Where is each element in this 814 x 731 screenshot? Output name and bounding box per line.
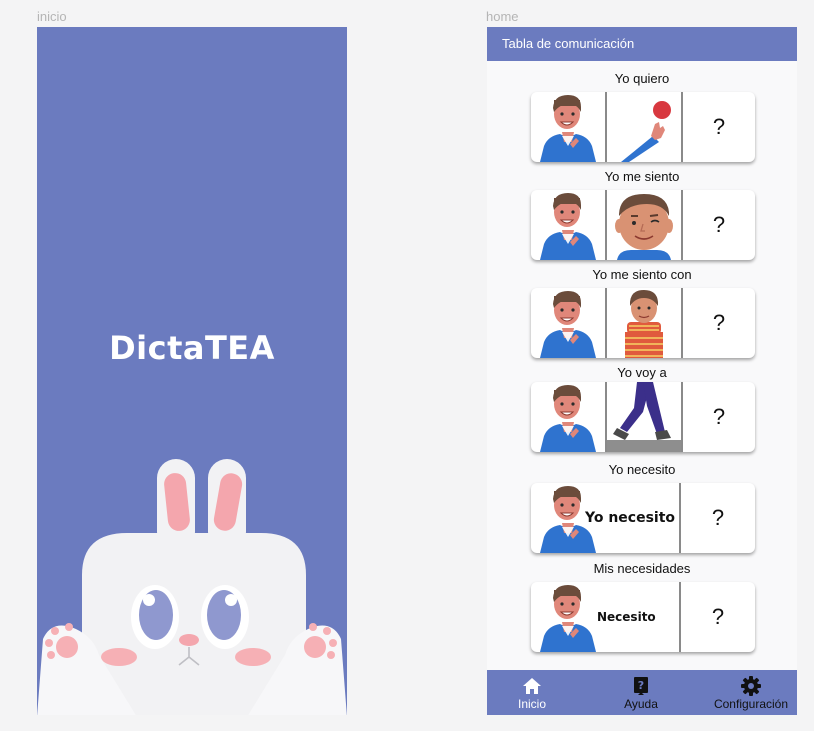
phrase-card-yo-me-siento[interactable]: ? xyxy=(531,190,755,260)
gear-icon xyxy=(741,676,761,696)
bunny-illustration xyxy=(37,459,347,715)
section-title: Yo voy a xyxy=(617,365,667,380)
empty-slot[interactable]: ? xyxy=(683,92,755,162)
pictogram-me-siento[interactable] xyxy=(607,190,681,260)
phrase-card-yo-voy-a[interactable]: ? xyxy=(531,382,755,452)
header-title: Tabla de comunicación xyxy=(502,36,635,51)
phrase-card-yo-quiero[interactable]: ? xyxy=(531,92,755,162)
nav-ayuda[interactable]: ? Ayuda xyxy=(611,670,671,715)
section-title: Yo me siento con xyxy=(592,267,692,282)
help-icon: ? xyxy=(634,677,648,695)
splash-screen: DictaTEA xyxy=(37,27,347,715)
phrase-label: Yo necesito xyxy=(585,510,676,526)
nav-configuracion[interactable]: Configuración xyxy=(707,670,795,715)
frame-label-inicio: inicio xyxy=(37,9,67,24)
nav-label: Ayuda xyxy=(624,697,658,711)
section-title: Yo necesito xyxy=(608,462,676,477)
pictogram-yo[interactable] xyxy=(531,382,605,452)
pictogram-yo[interactable] xyxy=(531,582,605,652)
empty-slot[interactable]: ? xyxy=(683,190,755,260)
nav-inicio[interactable]: Inicio xyxy=(502,670,562,715)
pictogram-me-siento-con[interactable] xyxy=(607,288,681,358)
pictogram-yo[interactable] xyxy=(531,288,605,358)
pictogram-voy-a[interactable] xyxy=(607,382,681,452)
home-screen: Tabla de comunicación Yo quiero ? Yo me … xyxy=(487,27,797,715)
empty-slot[interactable]: ? xyxy=(683,288,755,358)
nav-label: Configuración xyxy=(713,697,789,711)
section-title: Mis necesidades xyxy=(593,561,691,576)
empty-slot[interactable]: ? xyxy=(681,483,755,553)
pictogram-yo[interactable] xyxy=(531,92,605,162)
nav-label: Inicio xyxy=(517,697,546,711)
empty-slot[interactable]: ? xyxy=(681,582,755,652)
pictogram-quiero[interactable] xyxy=(607,92,681,162)
bottom-navigation: Inicio ? Ayuda Configuración xyxy=(487,670,797,715)
phrase-card-yo-me-siento-con[interactable]: ? xyxy=(531,288,755,358)
phrase-card-necesito[interactable]: Necesito ? xyxy=(531,582,755,652)
phrase-label: Necesito xyxy=(597,610,656,624)
app-header: Tabla de comunicación xyxy=(487,27,797,61)
frame-label-home: home xyxy=(486,9,519,24)
empty-slot[interactable]: ? xyxy=(683,382,755,452)
home-icon xyxy=(523,678,541,694)
phrase-card-yo-necesito[interactable]: Yo necesito ? xyxy=(531,483,755,553)
section-title: Yo me siento xyxy=(604,169,680,184)
svg-text:?: ? xyxy=(638,679,644,692)
pictogram-yo[interactable] xyxy=(531,190,605,260)
section-title: Yo quiero xyxy=(614,71,670,86)
